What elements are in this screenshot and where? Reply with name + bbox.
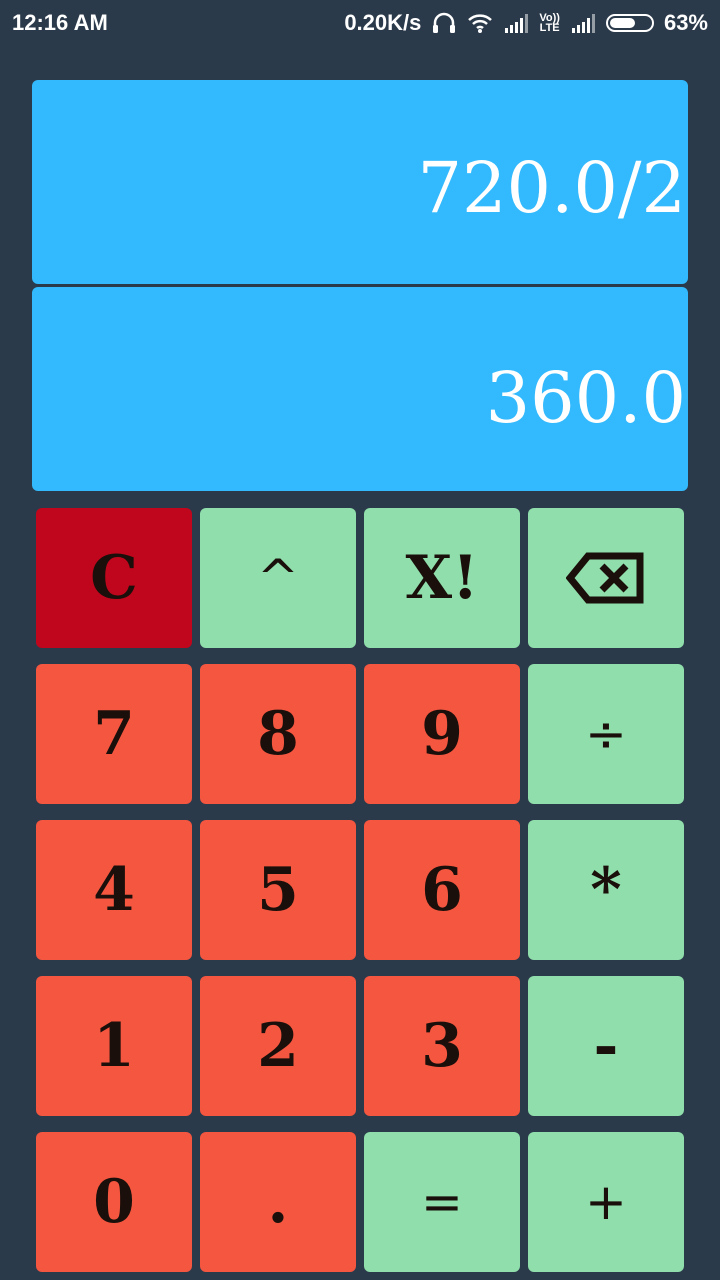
signal-icon (505, 14, 529, 33)
status-time: 12:16 AM (12, 10, 108, 35)
digit-9-button[interactable]: 9 (364, 664, 520, 804)
digit-4-button[interactable]: 4 (36, 820, 192, 960)
equals-button[interactable]: = (364, 1132, 520, 1272)
backspace-icon (566, 552, 644, 604)
factorial-button[interactable]: X! (364, 508, 520, 648)
network-speed: 0.20K/s (344, 10, 422, 35)
expression-display: 720.0/2 (32, 80, 688, 284)
headphones-icon (433, 12, 456, 33)
result-display: 360.0 (32, 287, 688, 491)
digit-8-button[interactable]: 8 (200, 664, 356, 804)
battery-percent: 63% (663, 10, 708, 35)
digit-6-button[interactable]: 6 (364, 820, 520, 960)
divide-button[interactable]: ÷ (528, 664, 684, 804)
power-button[interactable]: ^ (200, 508, 356, 648)
battery-icon (605, 14, 654, 32)
wifi-icon (468, 14, 493, 33)
backspace-button[interactable] (528, 508, 684, 648)
clear-button[interactable]: C (36, 508, 192, 648)
result-text: 360.0 (485, 357, 686, 439)
expression-text: 720.0/2 (417, 147, 686, 229)
digit-3-button[interactable]: 3 (364, 976, 520, 1116)
digit-5-button[interactable]: 5 (200, 820, 356, 960)
volte-icon: Vo)) LTE (539, 13, 560, 34)
multiply-button[interactable]: * (528, 820, 684, 960)
digit-0-button[interactable]: 0 (36, 1132, 192, 1272)
digit-1-button[interactable]: 1 (36, 976, 192, 1116)
battery-fill (609, 18, 636, 28)
status-icons: 0.20K/s Vo)) LTE 63% (344, 10, 708, 36)
digit-2-button[interactable]: 2 (200, 976, 356, 1116)
plus-button[interactable]: + (528, 1132, 684, 1272)
digit-7-button[interactable]: 7 (36, 664, 192, 804)
decimal-button[interactable]: . (200, 1132, 356, 1272)
minus-button[interactable]: - (528, 976, 684, 1116)
status-bar: 12:16 AM 0.20K/s Vo)) LTE 63% (0, 0, 720, 50)
volte-bottom-label: LTE (539, 22, 560, 34)
signal-icon (571, 14, 595, 33)
